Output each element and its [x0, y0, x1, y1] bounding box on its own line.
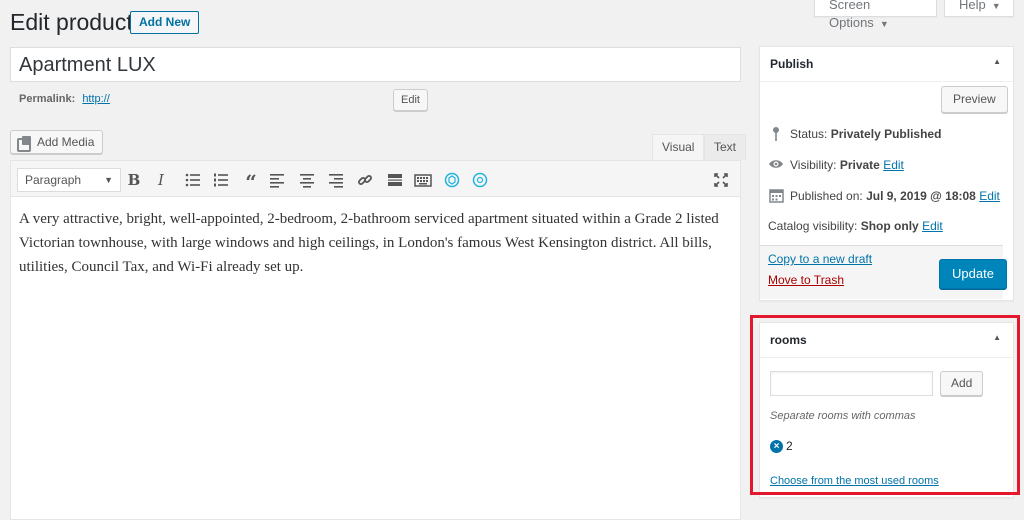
add-media-label: Add Media — [37, 135, 95, 149]
numbered-list-icon[interactable] — [211, 170, 231, 190]
published-value: Jul 9, 2019 @ 18:08 — [866, 189, 976, 203]
plugin-settings-icon[interactable] — [470, 170, 490, 190]
visibility-value: Private — [839, 158, 880, 172]
screen-options-label: Screen Options — [829, 0, 874, 30]
catalog-label: Catalog visibility: — [768, 219, 858, 233]
published-label: Published on: — [790, 189, 863, 203]
align-right-icon[interactable] — [326, 170, 346, 190]
help-label: Help — [959, 0, 986, 12]
visibility-edit-link[interactable]: Edit — [883, 158, 904, 172]
align-center-icon[interactable] — [297, 170, 317, 190]
permalink-row: Permalink: http:// — [19, 93, 110, 105]
caret-down-icon: ▼ — [879, 19, 889, 29]
collapse-arrow-icon[interactable]: ▲ — [993, 57, 1001, 66]
copy-draft-link[interactable]: Copy to a new draft — [768, 252, 872, 266]
page-title: Edit product — [10, 9, 133, 35]
catalog-value: Shop only — [860, 219, 919, 233]
format-select-value: Paragraph — [25, 173, 82, 187]
publish-box: Publish ▲ Preview Status: Privately Publ… — [759, 46, 1014, 301]
content-editor[interactable]: Paragraph ▼ B I “ A very attractive, bri… — [10, 160, 741, 520]
visibility-label: Visibility: — [790, 158, 837, 172]
keyboard-icon[interactable] — [413, 170, 433, 190]
status-row: Status: Privately Published — [768, 126, 941, 142]
published-row: Published on: Jul 9, 2019 @ 18:08 Edit — [768, 188, 1000, 204]
add-media-button[interactable]: Add Media — [10, 130, 104, 154]
publish-box-title: Publish — [770, 57, 814, 71]
permalink-edit-button[interactable]: Edit — [393, 89, 428, 111]
pin-icon — [768, 126, 784, 142]
bold-icon[interactable]: B — [124, 170, 144, 190]
calendar-icon — [768, 188, 784, 204]
screen-options-tab[interactable]: Screen Options ▼ — [814, 0, 937, 30]
italic-icon[interactable]: I — [151, 170, 171, 190]
post-title-input[interactable]: Apartment LUX — [10, 47, 741, 82]
editor-content[interactable]: A very attractive, bright, well-appointe… — [19, 207, 734, 279]
published-edit-link[interactable]: Edit — [979, 189, 1000, 203]
highlight-box — [750, 315, 1020, 495]
preview-button[interactable]: Preview — [941, 86, 1008, 113]
media-icon — [17, 135, 32, 152]
move-to-trash-link[interactable]: Move to Trash — [768, 273, 844, 287]
caret-down-icon: ▼ — [104, 175, 113, 185]
visibility-row: Visibility: Private Edit — [768, 157, 904, 173]
major-publishing-actions: Copy to a new draft Move to Trash Update — [760, 245, 1007, 299]
eye-icon — [768, 157, 784, 173]
help-tab[interactable]: Help ▼ — [944, 0, 1014, 17]
align-left-icon[interactable] — [267, 170, 287, 190]
catalog-visibility-row: Catalog visibility: Shop only Edit — [768, 219, 943, 233]
permalink-label: Permalink: — [19, 93, 76, 105]
caret-down-icon: ▼ — [991, 1, 1001, 11]
tab-text[interactable]: Text — [704, 134, 747, 160]
catalog-edit-link[interactable]: Edit — [922, 219, 943, 233]
blockquote-icon[interactable]: “ — [241, 170, 261, 194]
tab-visual[interactable]: Visual — [652, 134, 705, 160]
format-select[interactable]: Paragraph ▼ — [17, 168, 121, 192]
link-icon[interactable] — [355, 170, 375, 190]
permalink-link[interactable]: http:// — [82, 93, 110, 105]
plugin-shortcode-icon[interactable] — [442, 170, 462, 190]
fullscreen-icon[interactable] — [711, 170, 731, 190]
update-button[interactable]: Update — [939, 259, 1007, 289]
read-more-icon[interactable] — [385, 170, 405, 190]
add-new-button[interactable]: Add New — [130, 11, 200, 34]
bullet-list-icon[interactable] — [183, 170, 203, 190]
publish-box-header[interactable]: Publish ▲ — [760, 47, 1013, 82]
status-value: Privately Published — [830, 127, 942, 141]
editor-toolbar: Paragraph ▼ B I “ — [11, 161, 740, 197]
status-label: Status: — [790, 127, 828, 141]
